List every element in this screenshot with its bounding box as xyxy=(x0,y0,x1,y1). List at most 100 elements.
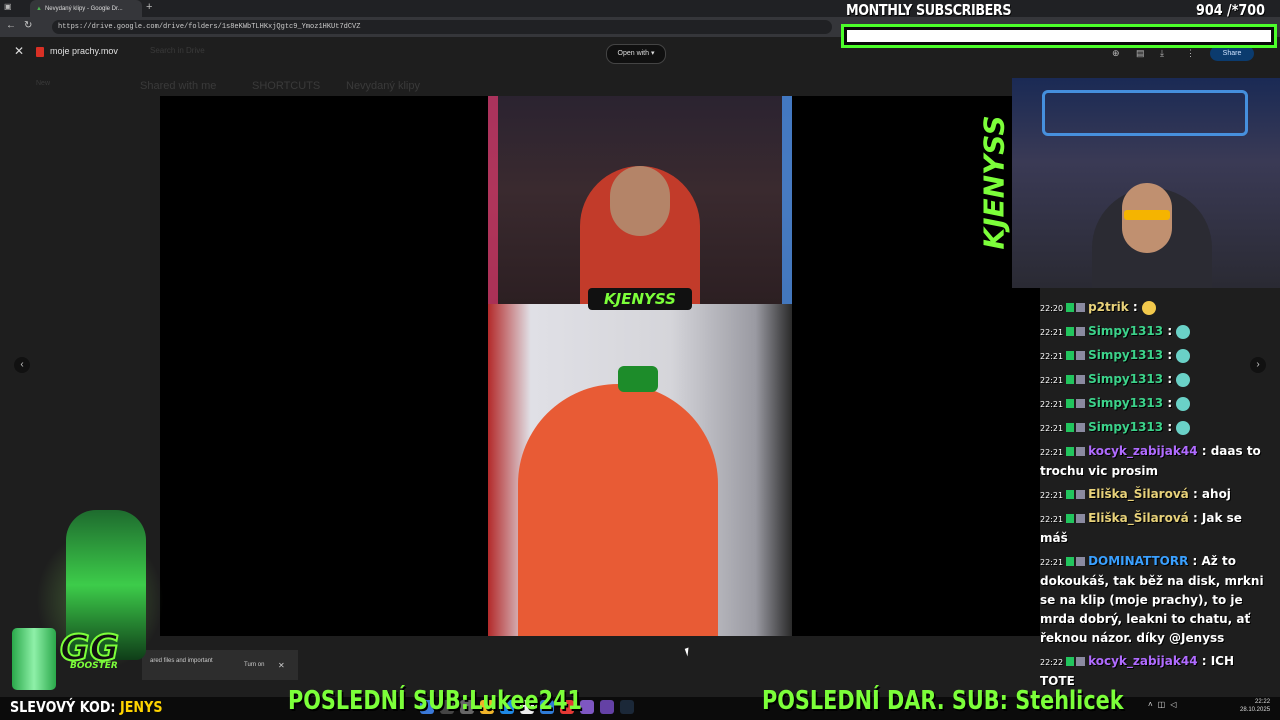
sub-badge-icon xyxy=(1066,557,1075,566)
reload-icon[interactable]: ↻ xyxy=(24,20,32,31)
streamer-head xyxy=(610,166,670,236)
chat-username[interactable]: kocyk_zabijak44 xyxy=(1088,444,1198,458)
system-tray: ˄ ◫ ◁ xyxy=(1148,700,1176,709)
chat-separator: : xyxy=(1163,324,1177,338)
video-player[interactable]: KJENYSS xyxy=(488,96,792,636)
chat-emote-icon xyxy=(1176,420,1191,435)
breadcrumb-ghost-1: Shared with me xyxy=(140,80,217,92)
user-badge-icon xyxy=(1076,423,1086,432)
comment-icon[interactable]: ▤ xyxy=(1136,48,1145,59)
pumpkin-leaves xyxy=(618,366,658,392)
download-icon[interactable]: ⤓ xyxy=(1160,48,1164,59)
chat-username[interactable]: Simpy1313 xyxy=(1088,420,1163,434)
user-badge-icon xyxy=(1076,399,1086,408)
chat-username[interactable]: Simpy1313 xyxy=(1088,324,1163,338)
tab-title: Nevydaný klipy - Google Dr... xyxy=(44,5,123,12)
chat-username[interactable]: DOMINATTORR xyxy=(1088,554,1188,568)
sub-badge-icon xyxy=(1066,399,1075,408)
chevron-up-icon[interactable]: ˄ xyxy=(1148,700,1153,709)
chat-panel: 22:20 p2trik : 22:21 Simpy1313 : 22:21 Simp… xyxy=(1040,298,1272,695)
taskbar-clock[interactable]: 22:22 28.10.2025 xyxy=(1240,698,1270,714)
chat-username[interactable]: p2trik xyxy=(1088,300,1129,314)
pumpkin-costume xyxy=(518,384,718,636)
user-badge-icon xyxy=(1076,447,1086,456)
network-icon[interactable]: ◫ xyxy=(1158,700,1166,709)
webcam-glasses xyxy=(1124,210,1170,220)
new-tab-button[interactable]: + xyxy=(146,1,152,13)
sub-badge-icon xyxy=(1066,657,1075,666)
subs-goal-title: MONTHLY SUBSCRIBERS xyxy=(846,1,1012,19)
drive-favicon-icon: ▲ xyxy=(36,5,42,12)
chat-separator: : xyxy=(1188,511,1202,525)
subs-goal-count: 904 /*700 xyxy=(1196,1,1265,19)
breadcrumb-ghost-2: SHORTCUTS xyxy=(252,80,321,92)
subs-goal-fill xyxy=(847,30,1271,42)
more-options-icon[interactable]: ⋮ xyxy=(1186,48,1195,59)
user-badge-icon xyxy=(1076,327,1086,336)
chat-username[interactable]: Simpy1313 xyxy=(1088,396,1163,410)
webcam-feed xyxy=(1012,78,1280,288)
close-preview-icon[interactable]: ✕ xyxy=(14,44,24,58)
video-top-panel xyxy=(488,96,792,304)
clock-time: 22:22 xyxy=(1255,699,1271,705)
new-ghost: New xyxy=(36,80,51,87)
chat-emote-icon xyxy=(1176,324,1191,339)
user-badge-icon xyxy=(1076,351,1086,360)
chat-timestamp: 22:21 xyxy=(1040,328,1064,337)
add-shortcut-icon[interactable]: ⊕ xyxy=(1112,48,1120,59)
chat-message: 22:21 Simpy1313 : xyxy=(1040,418,1272,438)
sub-badge-icon xyxy=(1066,375,1075,384)
chat-separator: : xyxy=(1128,300,1142,314)
last-gift-sub-banner: POSLEDNÍ DAR. SUB: Stehlicek xyxy=(762,686,1124,716)
neon-sign xyxy=(1042,90,1248,136)
chat-separator: : xyxy=(1163,396,1177,410)
twitch-icon[interactable] xyxy=(600,700,614,714)
video-bottom-panel xyxy=(488,304,792,636)
gg-booster-sub: BOOSTER xyxy=(70,661,118,671)
share-button[interactable]: Share xyxy=(1210,46,1254,61)
sub-badge-icon xyxy=(1066,490,1075,499)
energy-can xyxy=(12,628,56,690)
chat-message: 22:21 Simpy1313 : xyxy=(1040,346,1272,366)
chat-username[interactable]: Eliška_Šilarová xyxy=(1088,487,1189,501)
chat-text: ahoj xyxy=(1201,487,1231,501)
chat-message: 22:21 Simpy1313 : xyxy=(1040,394,1272,414)
volume-icon[interactable]: ◁ xyxy=(1170,700,1176,709)
sub-badge-icon xyxy=(1066,423,1075,432)
sub-badge-icon xyxy=(1066,303,1075,312)
user-badge-icon xyxy=(1076,557,1086,566)
clock-date: 28.10.2025 xyxy=(1240,707,1271,713)
chat-timestamp: 22:22 xyxy=(1040,658,1064,667)
chat-timestamp: 22:21 xyxy=(1040,376,1064,385)
tab-search-icon[interactable]: ▣ xyxy=(4,2,12,11)
chat-separator: : xyxy=(1163,420,1177,434)
user-badge-icon xyxy=(1076,514,1086,523)
turn-on-button[interactable]: Turn on xyxy=(244,662,264,668)
gg-booster-logo: GG BOOSTER xyxy=(59,627,160,688)
chat-timestamp: 22:21 xyxy=(1040,558,1064,567)
chat-username[interactable]: Simpy1313 xyxy=(1088,372,1163,386)
chat-username[interactable]: Eliška_Šilarová xyxy=(1088,511,1189,525)
search-ghost: Search in Drive xyxy=(150,46,205,55)
chat-message: 22:21 Eliška_Šilarová : Jak se máš xyxy=(1040,509,1272,548)
open-with-button[interactable]: Open with ▾ xyxy=(606,44,666,64)
chat-timestamp: 22:21 xyxy=(1040,448,1064,457)
chat-separator: : xyxy=(1163,372,1177,386)
browser-tab[interactable]: ▲ Nevydaný klipy - Google Dr... xyxy=(30,0,142,17)
chat-separator: : xyxy=(1163,348,1177,362)
url-field[interactable]: https://drive.google.com/drive/folders/1… xyxy=(52,20,832,34)
vertical-logo: KJENYSS xyxy=(977,115,1011,250)
sub-badge-icon xyxy=(1066,327,1075,336)
chat-message: 22:21 kocyk_zabijak44 : daas to trochu vi… xyxy=(1040,442,1272,481)
chat-message: 22:21 DOMINATTORR : Až to dokoukáš, tak b… xyxy=(1040,552,1272,648)
user-badge-icon xyxy=(1076,490,1086,499)
toast-close-icon[interactable]: ✕ xyxy=(278,661,285,670)
chat-timestamp: 22:20 xyxy=(1040,304,1064,313)
chat-username[interactable]: Simpy1313 xyxy=(1088,348,1163,362)
steam-icon[interactable] xyxy=(620,700,634,714)
chat-username[interactable]: kocyk_zabijak44 xyxy=(1088,654,1198,668)
back-icon[interactable]: ← xyxy=(6,20,16,31)
previous-file-icon[interactable]: ‹ xyxy=(14,357,30,373)
chat-emote-icon xyxy=(1176,396,1191,411)
led-strip-left xyxy=(488,96,498,304)
